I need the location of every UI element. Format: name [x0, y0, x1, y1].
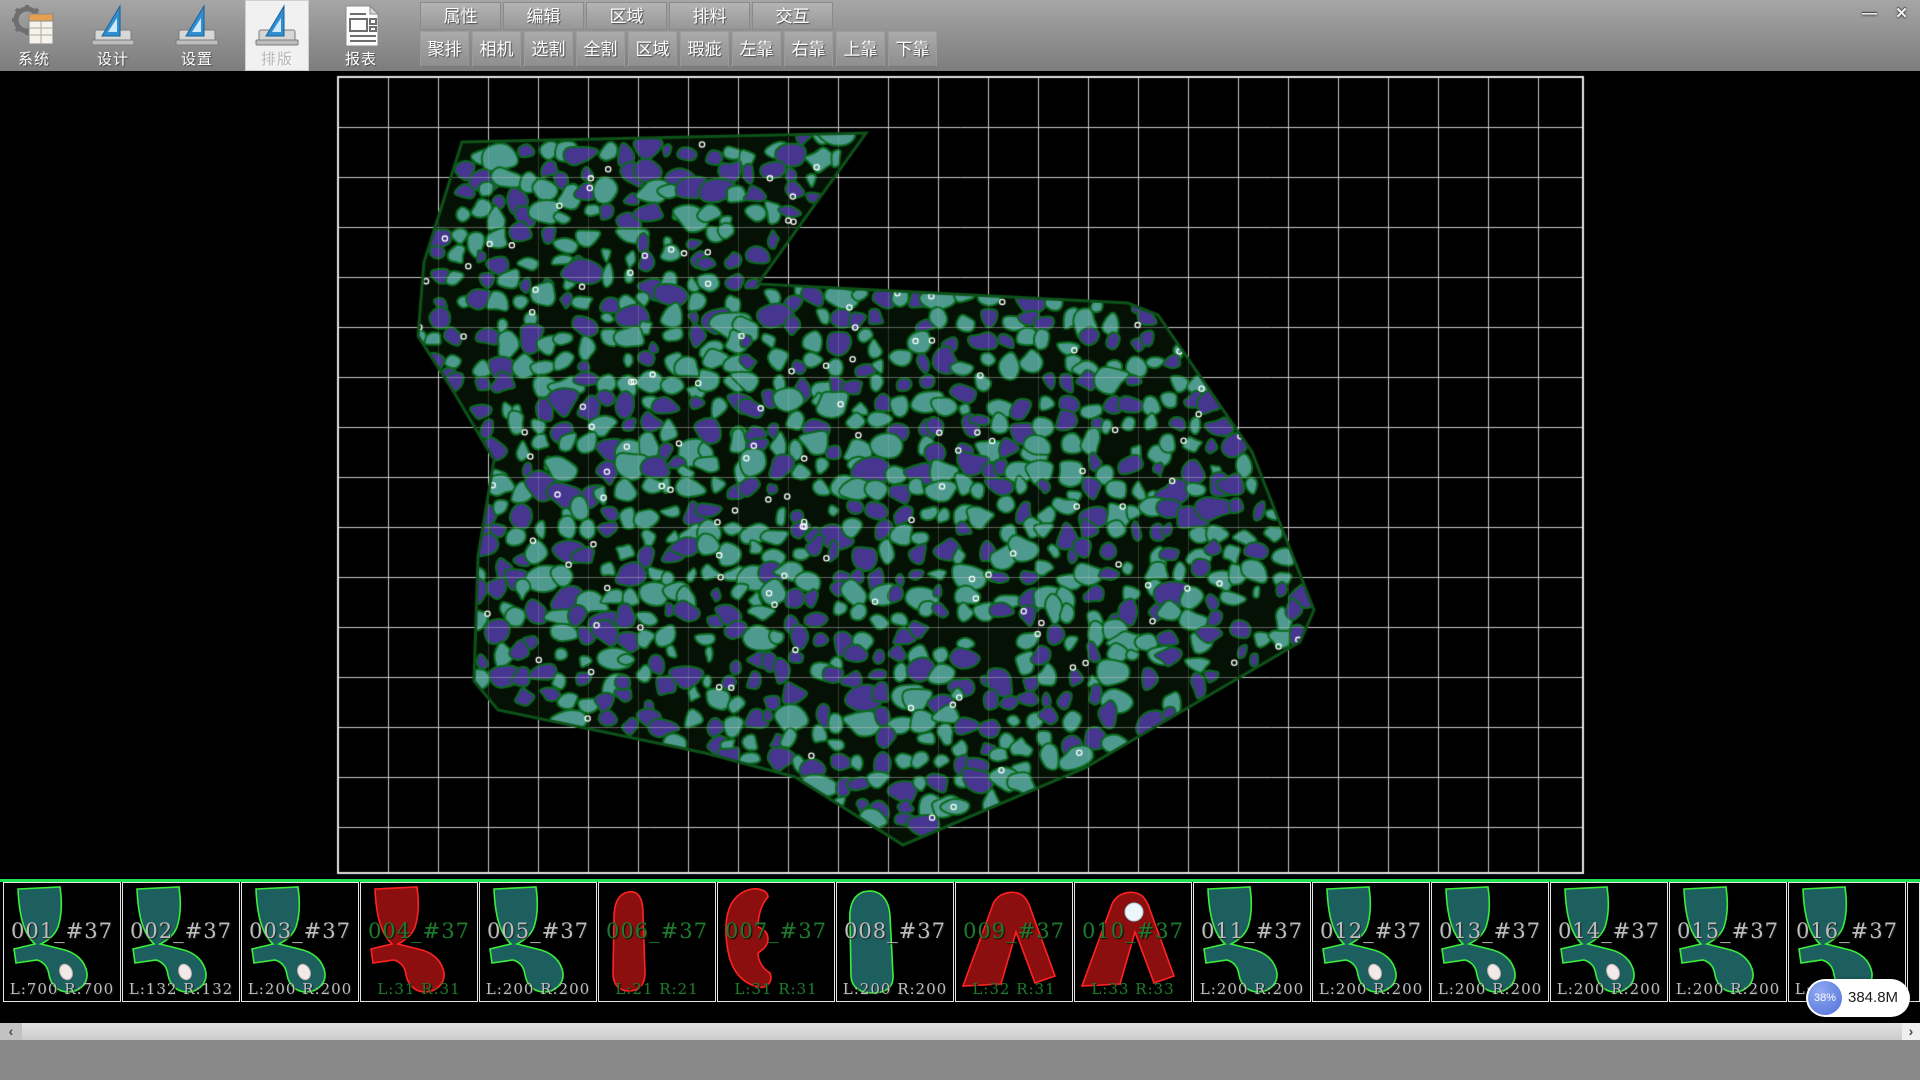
filmstrip-cell-8[interactable]: 008_#37 L:200 R:200	[836, 882, 954, 1002]
menu2-button-6[interactable]: 瑕疵	[680, 31, 729, 67]
menu1-button-5[interactable]: 交互	[752, 2, 833, 30]
piece-name: 002_#37	[123, 919, 239, 943]
menu2-button-4[interactable]: 全割	[576, 31, 625, 67]
piece-name: 014_#37	[1551, 919, 1667, 943]
toolbar-tab-label: 报表	[329, 48, 393, 69]
filmstrip-cell-15[interactable]: 015_#37 L:200 R:200	[1669, 882, 1787, 1002]
filmstrip-cell-4[interactable]: 004_#37 L:31 R:31	[360, 882, 478, 1002]
piece-lr-count: L:31 R:31	[718, 980, 834, 998]
toolbar-tab-2[interactable]: 设计	[81, 0, 145, 71]
toolbar-tab-label: 系统	[2, 48, 66, 69]
filmstrip-cell-7[interactable]: 007_#37 L:31 R:31	[717, 882, 835, 1002]
filmstrip-cell-3[interactable]: 003_#37 L:200 R:200	[241, 882, 359, 1002]
menu-row-1: 属性编辑区域排料交互	[420, 2, 835, 30]
piece-name: 008_#37	[837, 919, 953, 943]
titlebar: 系统设计设置排版报表 属性编辑区域排料交互 聚排相机选割全割区域瑕疵左靠右靠上靠…	[0, 0, 1920, 72]
piece-name: 007_#37	[718, 919, 834, 943]
filmstrip-cell-partial[interactable]	[1907, 882, 1920, 1002]
pieces-filmstrip: 001_#37L:700 R:700002_#37L:132 R:132003_…	[0, 882, 1920, 1004]
filmstrip-cell-6[interactable]: 006_#37 L:21 R:21	[598, 882, 716, 1002]
filmstrip-cell-10[interactable]: 010_#37 L:33 R:33	[1074, 882, 1192, 1002]
memory-usage-label: 384.8M	[1848, 979, 1898, 1017]
menu1-button-2[interactable]: 编辑	[503, 2, 584, 30]
piece-name: 011_#37	[1194, 919, 1310, 943]
piece-lr-count: L:33 R:33	[1075, 980, 1191, 998]
settings-ruler-icon	[174, 4, 220, 48]
piece-name: 016_#37	[1789, 919, 1905, 943]
piece-lr-count: L:200 R:200	[1432, 980, 1548, 998]
filmstrip-cell-11[interactable]: 011_#37 L:200 R:200	[1193, 882, 1311, 1002]
status-badge[interactable]: 38% 384.8M	[1806, 979, 1910, 1017]
menu2-button-9[interactable]: 上靠	[836, 31, 885, 67]
piece-name: 005_#37	[480, 919, 596, 943]
piece-name: 006_#37	[599, 919, 715, 943]
nesting-canvas[interactable]	[0, 71, 1920, 883]
scroll-left-arrow[interactable]: ‹	[0, 1023, 22, 1040]
menu2-button-8[interactable]: 右靠	[784, 31, 833, 67]
menu2-button-5[interactable]: 区域	[628, 31, 677, 67]
design-ruler-icon	[90, 4, 136, 48]
menu2-button-1[interactable]: 聚排	[420, 31, 469, 67]
menu1-button-1[interactable]: 属性	[420, 2, 501, 30]
toolbar-tab-label: 设置	[165, 48, 229, 69]
filmstrip-cell-14[interactable]: 014_#37 L:200 R:200	[1550, 882, 1668, 1002]
toolbar-tab-label: 排版	[245, 48, 309, 69]
piece-lr-count: L:31 R:31	[361, 980, 477, 998]
piece-lr-count: L:200 R:200	[242, 980, 358, 998]
menu2-button-7[interactable]: 左靠	[732, 31, 781, 67]
filmstrip-cell-5[interactable]: 005_#37 L:200 R:200	[479, 882, 597, 1002]
piece-lr-count: L:132 R:132	[123, 980, 239, 998]
piece-name: 010_#37	[1075, 919, 1191, 943]
piece-lr-count: L:21 R:21	[599, 980, 715, 998]
piece-lr-count: L:200 R:200	[837, 980, 953, 998]
filmstrip-cell-13[interactable]: 013_#37 L:200 R:200	[1431, 882, 1549, 1002]
progress-percent-badge: 38%	[1808, 981, 1842, 1015]
filmstrip-cell-2[interactable]: 002_#37 L:132 R:132	[122, 882, 240, 1002]
piece-name: 004_#37	[361, 919, 477, 943]
piece-name: 012_#37	[1313, 919, 1429, 943]
filmstrip-cell-12[interactable]: 012_#37 L:200 R:200	[1312, 882, 1430, 1002]
bottom-status-bar	[0, 1040, 1920, 1080]
piece-name: 013_#37	[1432, 919, 1548, 943]
menu2-button-2[interactable]: 相机	[472, 31, 521, 67]
piece-lr-count: L:200 R:200	[1313, 980, 1429, 998]
filmstrip-cell-1[interactable]: 001_#37 L:700 R:700	[3, 882, 121, 1002]
scroll-right-arrow[interactable]: ›	[1902, 1023, 1920, 1040]
minimize-button[interactable]: —	[1855, 3, 1884, 26]
report-doc-icon	[338, 4, 384, 48]
filmstrip-cell-9[interactable]: 009_#37 L:32 R:31	[955, 882, 1073, 1002]
application-window: 系统设计设置排版报表 属性编辑区域排料交互 聚排相机选割全割区域瑕疵左靠右靠上靠…	[0, 0, 1920, 1080]
system-gear-icon	[11, 4, 57, 48]
menu2-button-10[interactable]: 下靠	[888, 31, 937, 67]
toolbar-tab-4[interactable]: 排版	[245, 0, 309, 71]
menu-row-2: 聚排相机选割全割区域瑕疵左靠右靠上靠下靠	[420, 31, 940, 67]
piece-lr-count: L:200 R:200	[1551, 980, 1667, 998]
piece-lr-count: L:200 R:200	[480, 980, 596, 998]
horizontal-scrollbar[interactable]: ‹ ›	[0, 1023, 1920, 1040]
menu1-button-3[interactable]: 区域	[586, 2, 667, 30]
piece-lr-count: L:700 R:700	[4, 980, 120, 998]
toolbar-tab-label: 设计	[81, 48, 145, 69]
piece-lr-count: L:200 R:200	[1670, 980, 1786, 998]
layout-ruler-icon	[254, 4, 300, 48]
piece-lr-count: L:32 R:31	[956, 980, 1072, 998]
piece-name: 003_#37	[242, 919, 358, 943]
toolbar-tab-1[interactable]: 系统	[2, 0, 66, 71]
menu2-button-3[interactable]: 选割	[524, 31, 573, 67]
piece-name: 001_#37	[4, 919, 120, 943]
piece-name: 015_#37	[1670, 919, 1786, 943]
piece-name: 009_#37	[956, 919, 1072, 943]
piece-lr-count: L:200 R:200	[1194, 980, 1310, 998]
close-button[interactable]: ✕	[1887, 3, 1916, 26]
toolbar-tab-5[interactable]: 报表	[329, 0, 393, 71]
menu1-button-4[interactable]: 排料	[669, 2, 750, 30]
window-controls: — ✕	[1855, 3, 1916, 27]
toolbar-tab-3[interactable]: 设置	[165, 0, 229, 71]
